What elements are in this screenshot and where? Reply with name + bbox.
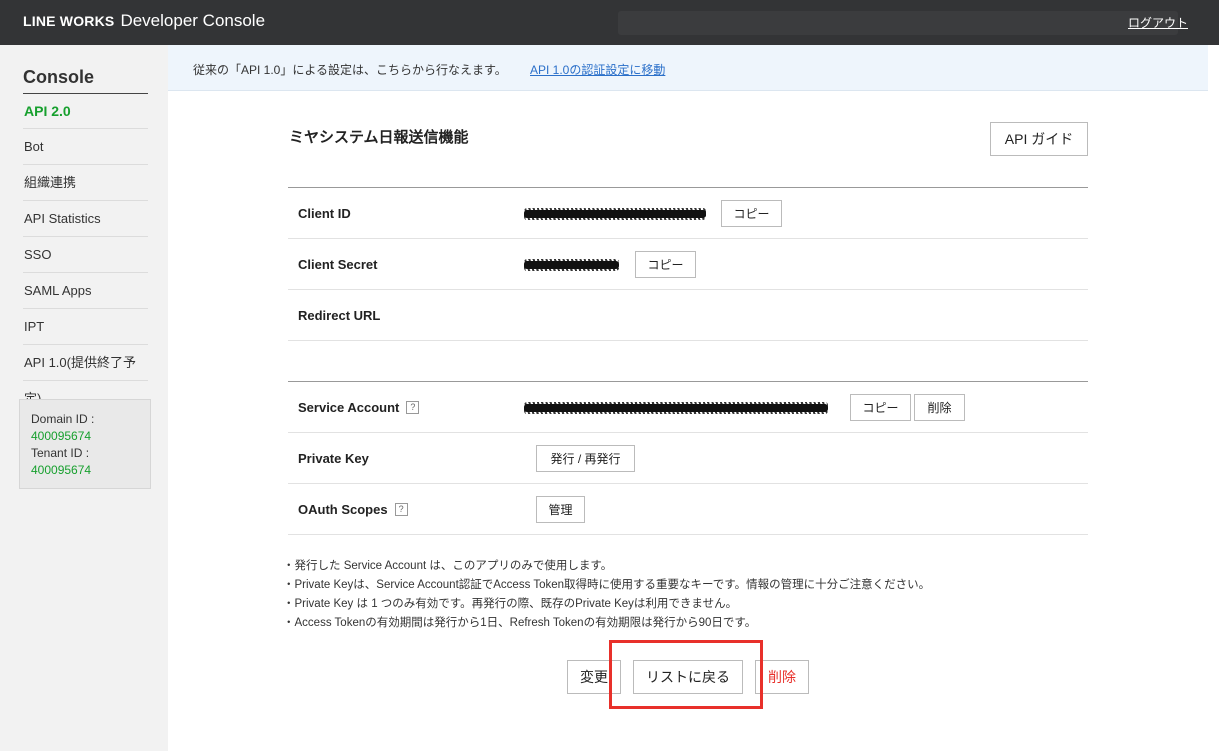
app-title: Developer Console [120, 11, 266, 30]
redirect-url-label: Redirect URL [298, 308, 381, 323]
domain-id-value: 400095674 [31, 429, 92, 443]
notice-text: 従来の「API 1.0」による設定は、こちらから行なえます。 [193, 63, 507, 77]
logout-link[interactable]: ログアウト [1128, 14, 1188, 31]
sidebar-item-org-integration[interactable]: 組織連携 [23, 165, 148, 201]
client-id-label: Client ID [298, 206, 351, 221]
sidebar-item-bot[interactable]: Bot [23, 129, 148, 165]
brand: LINE WORKS Developer Console [23, 11, 265, 31]
tenant-id-label: Tenant ID : [31, 446, 90, 460]
copy-client-id-button[interactable]: コピー [721, 200, 782, 227]
line-works-logo: LINE WORKS [23, 13, 115, 29]
sidebar-item-api-1-0[interactable]: API 1.0(提供終了予定) [23, 345, 148, 406]
redacted-header-area [618, 11, 1178, 35]
back-to-list-button[interactable]: リストに戻る [633, 660, 743, 694]
client-secret-row: Client Secret コピー [288, 239, 1088, 290]
sidebar-item-sso[interactable]: SSO [23, 237, 148, 273]
id-info-box: Domain ID : 400095674 Tenant ID : 400095… [19, 399, 151, 489]
delete-app-button[interactable]: 削除 [755, 660, 809, 694]
client-secret-value-redacted [524, 259, 619, 271]
credentials-table: Client ID コピー Client Secret コピー Redirect… [288, 187, 1088, 341]
oauth-scopes-label: OAuth Scopes ? [298, 502, 408, 517]
redirect-url-row: Redirect URL [288, 290, 1088, 341]
oauth-scopes-label-text: OAuth Scopes [298, 502, 388, 517]
sidebar-item-ipt[interactable]: IPT [23, 309, 148, 345]
service-account-label: Service Account ? [298, 400, 420, 415]
manage-oauth-scopes-button[interactable]: 管理 [536, 496, 585, 523]
delete-service-account-button[interactable]: 削除 [914, 394, 965, 421]
tenant-id-value: 400095674 [31, 463, 92, 477]
note-item: Private Keyは、Service Account認証でAccess To… [287, 576, 931, 595]
private-key-label: Private Key [298, 451, 369, 466]
service-account-value-redacted [524, 402, 828, 414]
sidebar: Console API 2.0 Bot 組織連携 API Statistics … [0, 45, 168, 751]
client-secret-label: Client Secret [298, 257, 378, 272]
client-id-value-redacted [524, 208, 706, 220]
copy-service-account-button[interactable]: コピー [850, 394, 911, 421]
service-account-label-text: Service Account [298, 400, 400, 415]
domain-id-label: Domain ID : [31, 412, 95, 426]
copy-client-secret-button[interactable]: コピー [635, 251, 696, 278]
issue-private-key-button[interactable]: 発行 / 再発行 [536, 445, 635, 472]
sidebar-nav: API 2.0 Bot 組織連携 API Statistics SSO SAML… [23, 93, 148, 406]
api-1-0-notice: 従来の「API 1.0」による設定は、こちらから行なえます。 API 1.0の認… [168, 45, 1208, 91]
sidebar-item-api-2-0[interactable]: API 2.0 [23, 93, 148, 129]
oauth-scopes-row: OAuth Scopes ? 管理 [288, 484, 1088, 535]
notes-list: 発行した Service Account は、このアプリのみで使用します。 Pr… [287, 557, 931, 633]
service-account-row: Service Account ? コピー 削除 [288, 382, 1088, 433]
app-name: ミヤシステム日報送信機能 [289, 129, 469, 146]
note-item: Access Tokenの有効期間は発行から1日、Refresh Tokenの有… [287, 614, 930, 633]
private-key-row: Private Key 発行 / 再発行 [288, 433, 1088, 484]
sidebar-item-saml-apps[interactable]: SAML Apps [23, 273, 148, 309]
sidebar-title: Console [23, 67, 148, 94]
sidebar-item-api-statistics[interactable]: API Statistics [23, 201, 148, 237]
note-item: Private Key は 1 つのみ有効です。再発行の際、既存のPrivate… [287, 595, 930, 614]
client-id-row: Client ID コピー [288, 188, 1088, 239]
api-guide-button[interactable]: API ガイド [990, 122, 1088, 156]
top-bar: LINE WORKS Developer Console ログアウト [0, 0, 1219, 45]
oauth-scopes-help-icon[interactable]: ? [394, 503, 408, 516]
api-1-0-auth-link[interactable]: API 1.0の認証設定に移動 [530, 61, 665, 78]
note-item: 発行した Service Account は、このアプリのみで使用します。 [287, 557, 930, 576]
service-account-table: Service Account ? コピー 削除 Private Key 発行 … [288, 381, 1088, 535]
edit-button[interactable]: 変更 [567, 660, 621, 694]
service-account-help-icon[interactable]: ? [406, 401, 420, 414]
